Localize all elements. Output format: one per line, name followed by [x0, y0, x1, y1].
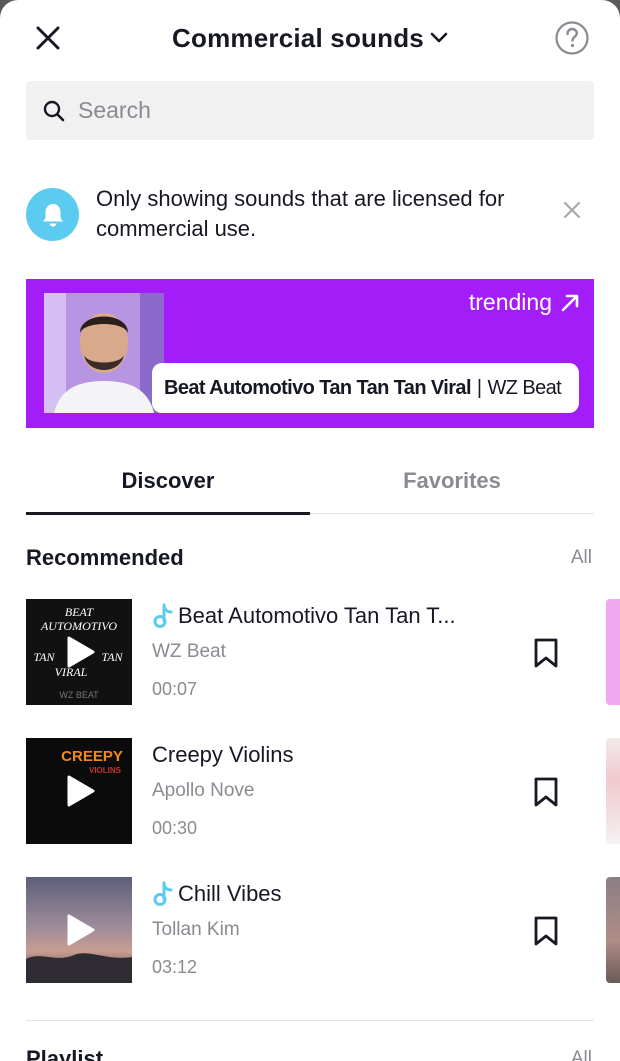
arrow-up-right-icon: [561, 294, 579, 311]
bookmark-icon[interactable]: [532, 915, 560, 947]
close-icon: [563, 201, 581, 219]
playlist-header: Playlist All: [26, 1046, 594, 1061]
help-circle-icon: [555, 21, 589, 55]
notice-text: Only showing sounds that are licensed fo…: [96, 186, 505, 241]
sound-title: Chill Vibes: [152, 881, 282, 907]
cover-text: WZ BEAT: [59, 690, 99, 700]
tab-discover[interactable]: Discover: [26, 448, 310, 514]
page-title: Commercial sounds: [172, 22, 424, 53]
play-icon: [67, 775, 95, 807]
bell-badge: [26, 188, 79, 241]
commercial-sounds-sheet: Commercial sounds Only showing sounds th…: [0, 0, 620, 1061]
artist-portrait-image: [44, 293, 164, 413]
banner-song-title: Beat Automotivo Tan Tan Tan Viral: [164, 376, 472, 399]
sound-artist: WZ Beat: [152, 641, 226, 662]
bell-icon: [42, 203, 63, 226]
play-icon: [67, 914, 95, 946]
sound-artist: Apollo Nove: [152, 780, 255, 801]
music-note-icon: [153, 603, 173, 628]
music-note-icon: [153, 881, 173, 906]
section-title: Recommended: [26, 545, 184, 570]
cover-text: TAN: [33, 650, 55, 664]
next-card-peek: [606, 599, 620, 705]
tab-bar: Discover Favorites: [26, 448, 594, 515]
active-tab-indicator: [26, 512, 310, 515]
section-divider: [26, 1020, 594, 1021]
bookmark-icon[interactable]: [532, 776, 560, 808]
bookmark-icon[interactable]: [532, 637, 560, 669]
sound-title: Beat Automotivo Tan Tan T...: [152, 603, 456, 629]
cover-art[interactable]: BEAT AUTOMOTIVO TAN TAN VIRAL WZ BEAT: [26, 599, 132, 705]
cover-text: CREEPY: [61, 748, 123, 765]
commercial-notice: Only showing sounds that are licensed fo…: [26, 178, 594, 248]
help-button[interactable]: [554, 20, 590, 56]
recommended-header: Recommended All: [26, 545, 594, 575]
play-icon: [67, 636, 95, 668]
sound-title: Creepy Violins: [152, 742, 293, 768]
list-item[interactable]: BEAT AUTOMOTIVO TAN TAN VIRAL WZ BEAT Be…: [26, 599, 620, 705]
trending-banner[interactable]: trending Beat Automotivo Tan Tan Tan Vir…: [26, 279, 594, 428]
sound-title-text: Chill Vibes: [178, 881, 282, 906]
banner-separator: |: [476, 376, 482, 399]
see-all-link[interactable]: All: [571, 547, 592, 569]
sound-title-text: Creepy Violins: [152, 742, 294, 767]
sound-title-text: Beat Automotivo Tan Tan T...: [178, 603, 456, 628]
cover-text: AUTOMOTIVO: [40, 619, 117, 633]
notice-dismiss-button[interactable]: [560, 198, 584, 222]
list-item[interactable]: CREEPY VIOLINS Creepy Violins Apollo Nov…: [26, 738, 620, 844]
list-item[interactable]: Chill Vibes Tollan Kim 03:12: [26, 877, 620, 983]
title-dropdown[interactable]: Commercial sounds: [0, 18, 620, 58]
section-title: Playlist: [26, 1046, 104, 1061]
banner-artist: WZ Beat: [487, 376, 562, 399]
banner-song-pill[interactable]: Beat Automotivo Tan Tan Tan Viral | WZ B…: [152, 363, 579, 413]
search-icon: [43, 100, 65, 121]
trending-label: trending: [468, 289, 552, 315]
trending-link[interactable]: trending: [469, 289, 580, 316]
next-card-peek: [606, 738, 620, 844]
next-card-peek: [606, 877, 620, 983]
artist-photo: [44, 293, 164, 413]
cover-text: BEAT: [65, 605, 95, 619]
cover-art[interactable]: [26, 877, 132, 983]
tab-favorites[interactable]: Favorites: [310, 448, 594, 514]
sound-duration: 03:12: [152, 957, 198, 977]
search-bar[interactable]: [26, 81, 594, 140]
see-all-link[interactable]: All: [571, 1048, 592, 1061]
cover-text: TAN: [101, 650, 123, 664]
search-input[interactable]: [78, 97, 558, 124]
sound-duration: 00:30: [152, 818, 198, 838]
chevron-down-icon: [430, 32, 448, 43]
cover-art[interactable]: CREEPY VIOLINS: [26, 738, 132, 844]
sound-duration: 00:07: [152, 679, 198, 699]
sound-artist: Tollan Kim: [152, 919, 240, 940]
